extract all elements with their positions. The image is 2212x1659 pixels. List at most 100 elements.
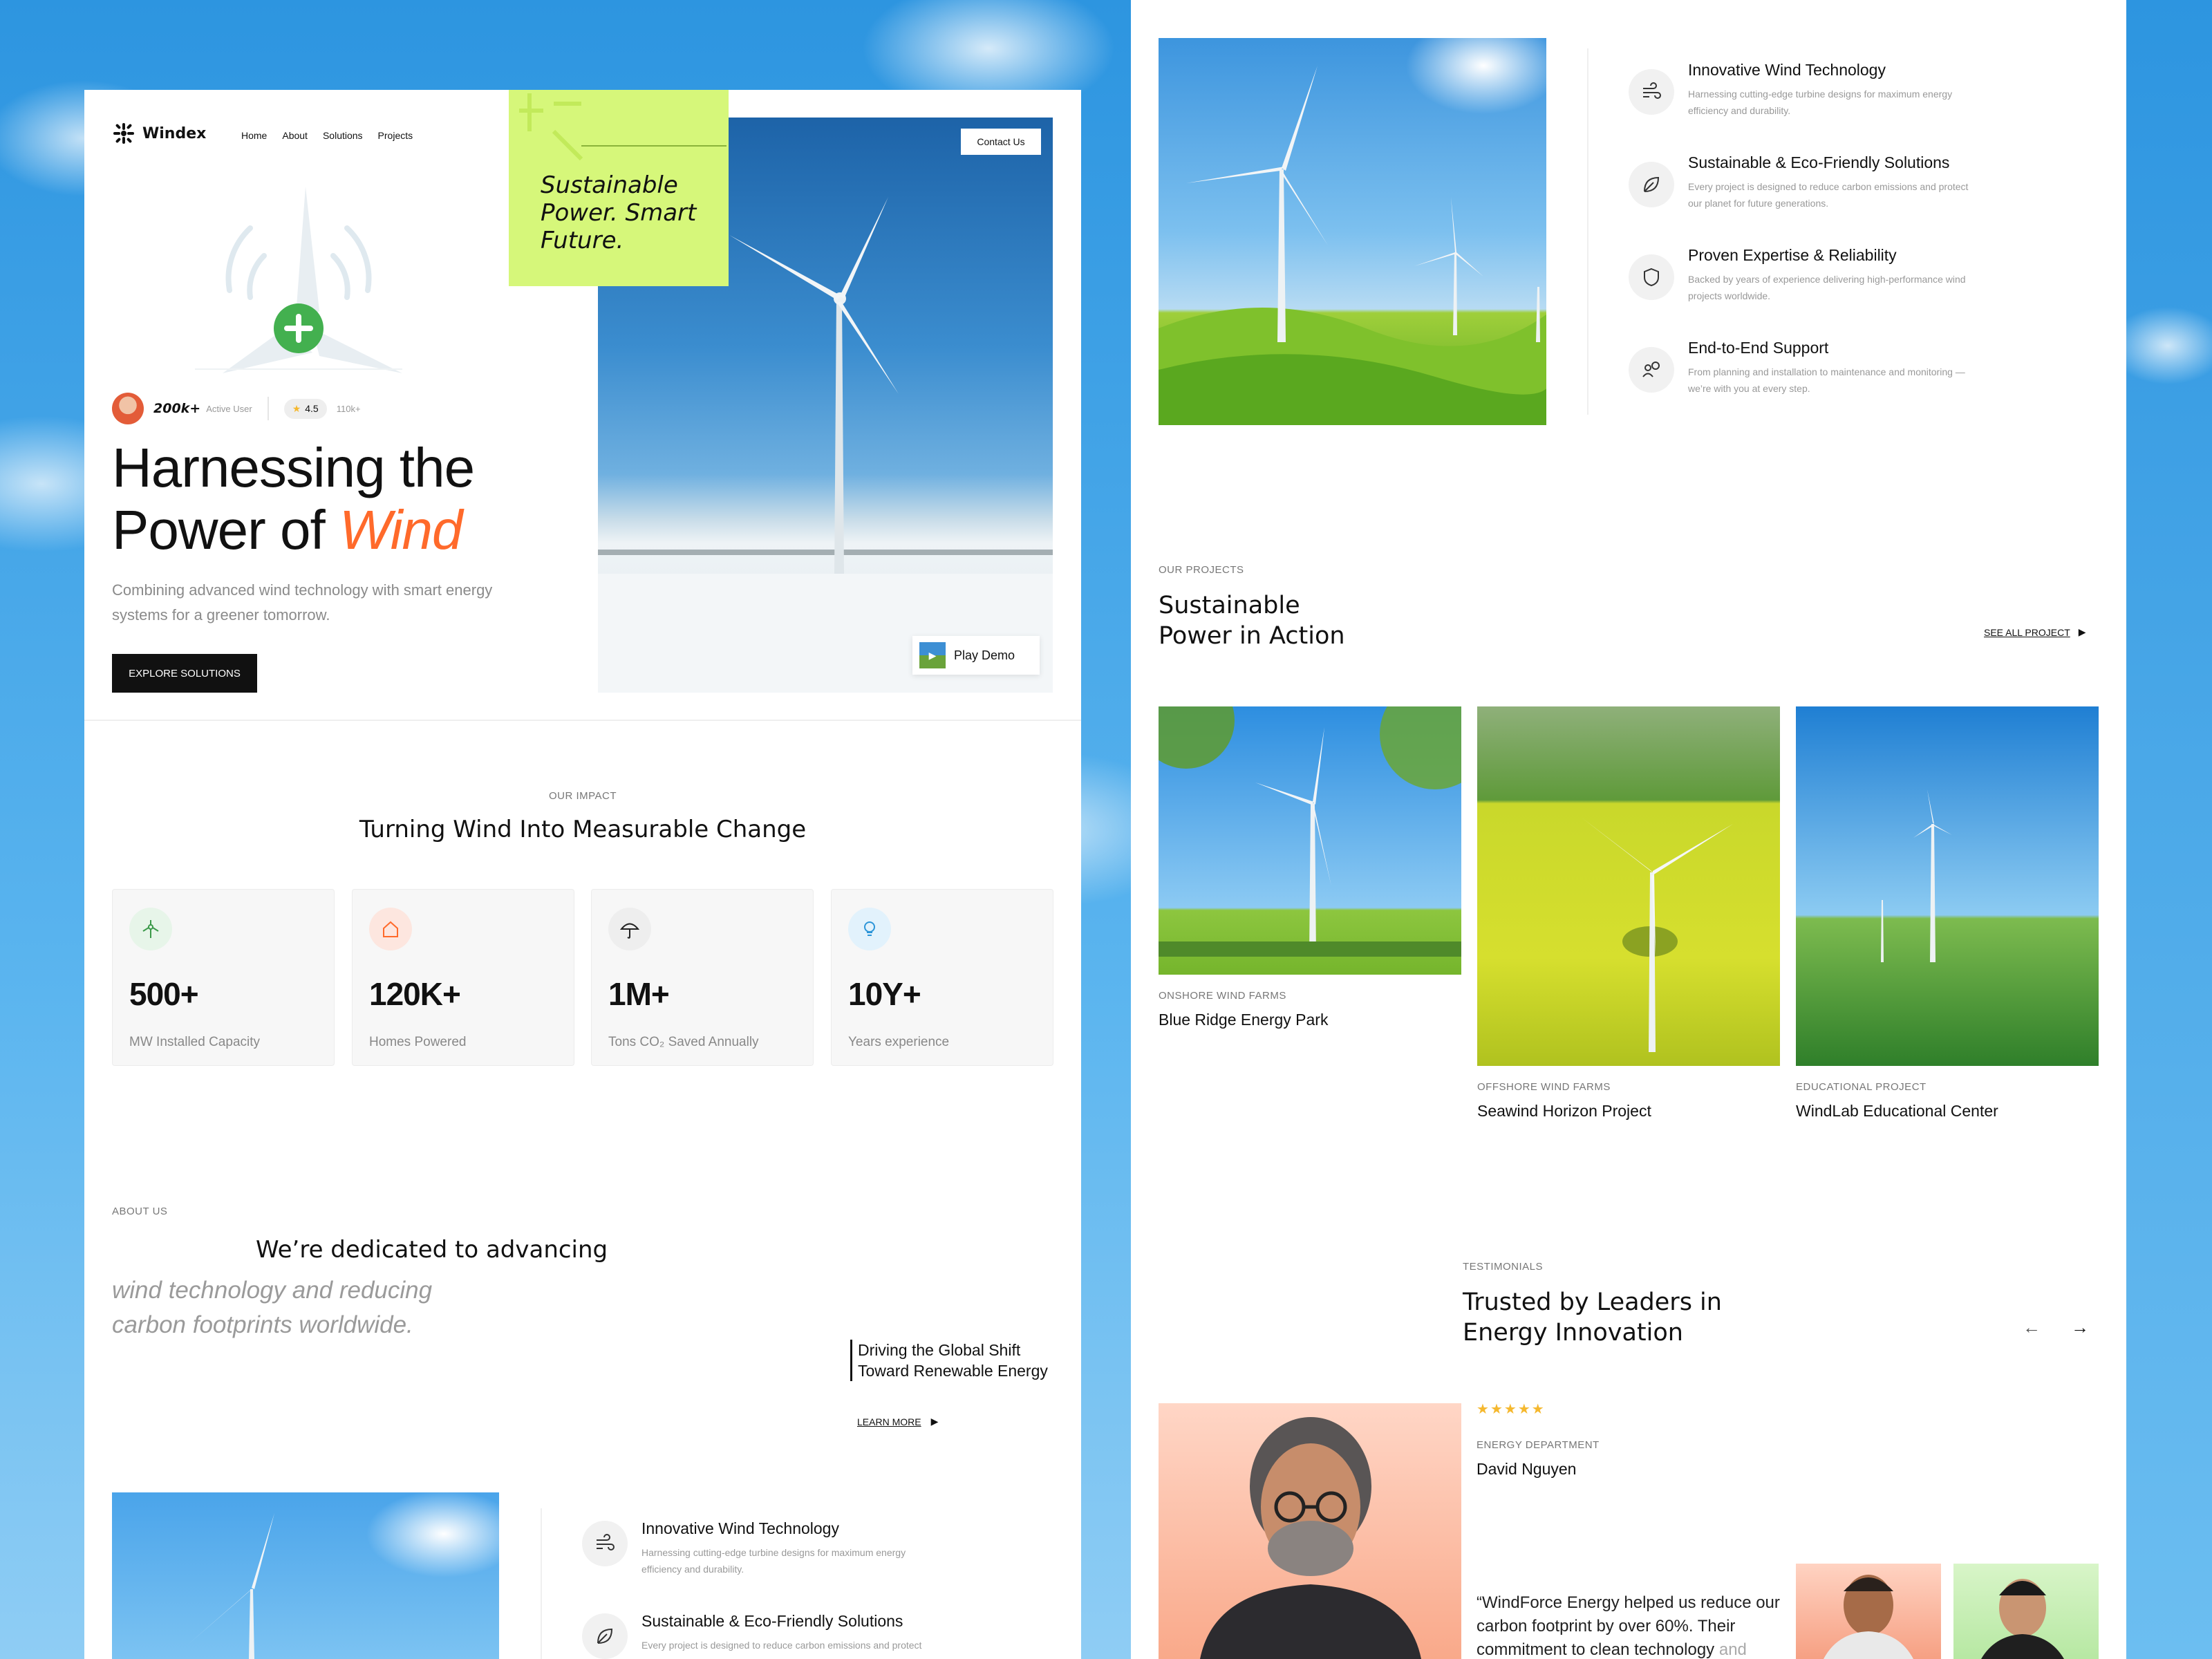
testimonial-quote: “WindForce Energy helped us reduce our c… (1477, 1591, 1780, 1659)
stat-label: Homes Powered (369, 1035, 467, 1049)
hero-title: Harnessing the Power of Wind (112, 437, 475, 561)
star-icon: ★ (1477, 1402, 1490, 1417)
quote-line-2: carbon footprint by over 60%. Their (1477, 1617, 1736, 1635)
about-aside-line-2: Toward Renewable Energy (858, 1362, 1048, 1380)
rating-badge: ★ 4.5 (283, 398, 327, 419)
project-turbine-icon (1159, 706, 1461, 957)
project-category: ONSHORE WIND FARMS (1159, 990, 1286, 1002)
feature-desc-line: projects worldwide. (1688, 290, 1771, 301)
arrow-left-icon[interactable]: ← (2023, 1317, 2041, 1338)
tagline-logo-watermark (519, 93, 583, 161)
impact-label: OUR IMPACT (548, 790, 617, 802)
tagline-divider (581, 145, 727, 147)
brand-logo[interactable]: Windex (112, 122, 206, 145)
stat-card: 120K+ Homes Powered (352, 889, 574, 1066)
user-avatar (112, 393, 144, 424)
projects-title-line-2: Power in Action (1159, 622, 1345, 650)
wind-turbine-icon (129, 908, 172, 950)
testimonials-title: Trusted by Leaders in Energy Innovation (1463, 1287, 1722, 1348)
project-image-seawind[interactable] (1477, 706, 1780, 1066)
nav-solutions[interactable]: Solutions (323, 130, 363, 141)
landing-page-left: Windex Home About Solutions Projects Con… (84, 90, 1081, 1659)
project-name[interactable]: WindLab Educational Center (1796, 1102, 1998, 1121)
testimonial-department: ENERGY DEPARTMENT (1477, 1439, 1600, 1451)
explore-solutions-button[interactable]: EXPLORE SOLUTIONS (112, 654, 257, 693)
reviewer-thumbnail-1[interactable] (1796, 1564, 1941, 1659)
tagline-card: Sustainable Power. Smart Future. (509, 90, 729, 286)
main-nav: Home About Solutions Projects (241, 130, 413, 141)
section-divider (84, 720, 1081, 721)
about-line-3: carbon footprints worldwide. (112, 1311, 413, 1338)
hero-subtitle: Combining advanced wind technology with … (112, 581, 493, 624)
testimonials-title-line-2: Energy Innovation (1463, 1319, 1683, 1347)
feature-title: Sustainable & Eco-Friendly Solutions (641, 1612, 903, 1630)
feature-desc: Every project is designed to reduce carb… (641, 1637, 921, 1653)
projects-title-line-1: Sustainable (1159, 592, 1300, 619)
feature-desc-line: we’re with you at every step. (1688, 383, 1810, 394)
reviewer-thumbnail-2[interactable] (1953, 1564, 2099, 1659)
feature-desc-line: efficiency and durability. (1688, 105, 1791, 116)
project-image-blue-ridge[interactable] (1159, 706, 1461, 975)
hero-title-accent: Wind (339, 499, 463, 561)
feature-desc: Harnessing cutting-edge turbine designs … (641, 1544, 906, 1577)
quote-line-3: commitment to clean technology (1477, 1640, 1715, 1659)
landing-page-right: Innovative Wind Technology Harnessing cu… (1131, 0, 2126, 1659)
nav-about[interactable]: About (282, 130, 308, 141)
stat-value: 1M+ (608, 976, 670, 1012)
project-name[interactable]: Seawind Horizon Project (1477, 1102, 1651, 1121)
feature-desc-line: Harnessing cutting-edge turbine designs … (1688, 88, 1953, 100)
review-count: 110k+ (336, 403, 361, 414)
umbrella-icon (608, 908, 651, 950)
projects-label: OUR PROJECTS (1159, 564, 1244, 576)
nav-home[interactable]: Home (241, 130, 267, 141)
see-all-projects-link[interactable]: SEE ALL PROJECT ▶ (1984, 626, 2086, 638)
play-arrow-icon: ▶ (930, 1416, 939, 1427)
feature-desc: Harnessing cutting-edge turbine designs … (1688, 86, 1952, 119)
rating-value: 4.5 (305, 403, 319, 414)
play-demo-button[interactable]: ▶ Play Demo (912, 636, 1040, 675)
star-icon: ★ (1490, 1402, 1504, 1417)
impact-title: Turning Wind Into Measurable Change (359, 816, 807, 843)
lightbulb-icon (848, 908, 891, 950)
project-name[interactable]: Blue Ridge Energy Park (1159, 1011, 1328, 1029)
arrow-right-nav-icon[interactable]: → (2071, 1317, 2089, 1338)
nav-projects[interactable]: Projects (378, 130, 413, 141)
windex-logo-icon (113, 123, 134, 144)
person-portrait-icon (1200, 1417, 1421, 1659)
about-aside: Driving the Global Shift Toward Renewabl… (850, 1340, 1048, 1381)
rating-stars: ★★★★★ (1477, 1400, 1546, 1418)
contact-us-button[interactable]: Contact Us (961, 129, 1041, 155)
play-thumbnail-icon: ▶ (919, 642, 946, 668)
arrow-right-icon: ▶ (2078, 626, 2086, 637)
feature-desc: Every project is designed to reduce carb… (1688, 178, 1968, 212)
shield-icon (1629, 254, 1674, 300)
active-user-count: 200k+ (153, 401, 201, 416)
about-line-1: We’re dedicated to advancing (256, 1236, 608, 1264)
play-demo-label: Play Demo (954, 648, 1015, 662)
star-icon: ★ (292, 402, 301, 414)
feature-desc: Backed by years of experience delivering… (1688, 271, 1966, 304)
feature-title: Innovative Wind Technology (641, 1519, 839, 1537)
stat-value: 10Y+ (848, 976, 921, 1012)
turbines-on-hills-icon (1159, 66, 1546, 425)
project-image-windlab[interactable] (1796, 706, 2099, 1066)
feature-preview-image (112, 1492, 499, 1659)
project-category: OFFSHORE WIND FARMS (1477, 1081, 1611, 1093)
quote-line-3-faded: and (1718, 1640, 1747, 1659)
stat-card: 500+ MW Installed Capacity (112, 889, 335, 1066)
feature-desc-line: Backed by years of experience delivering… (1688, 274, 1966, 285)
social-proof-row: 200k+ Active User ★ 4.5 110k+ (112, 393, 361, 424)
tagline-text: Sustainable Power. Smart Future. (541, 171, 697, 254)
stat-label: Years experience (848, 1035, 950, 1049)
stat-value: 500+ (129, 976, 199, 1012)
wind-icon (1629, 69, 1674, 115)
about-label: ABOUT US (112, 1206, 168, 1217)
project-turbine-icon (1881, 789, 1952, 962)
stat-label: Tons CO₂ Saved Annually (608, 1035, 759, 1049)
stat-value: 120K+ (369, 976, 461, 1012)
star-icon: ★ (1503, 1402, 1518, 1417)
hero-title-line-1: Harnessing the (112, 437, 475, 498)
learn-more-link[interactable]: LEARN MORE ▶ (857, 1416, 938, 1427)
sky-background-right (2126, 0, 2212, 1659)
feature-title: Sustainable & Eco-Friendly Solutions (1688, 153, 1950, 171)
